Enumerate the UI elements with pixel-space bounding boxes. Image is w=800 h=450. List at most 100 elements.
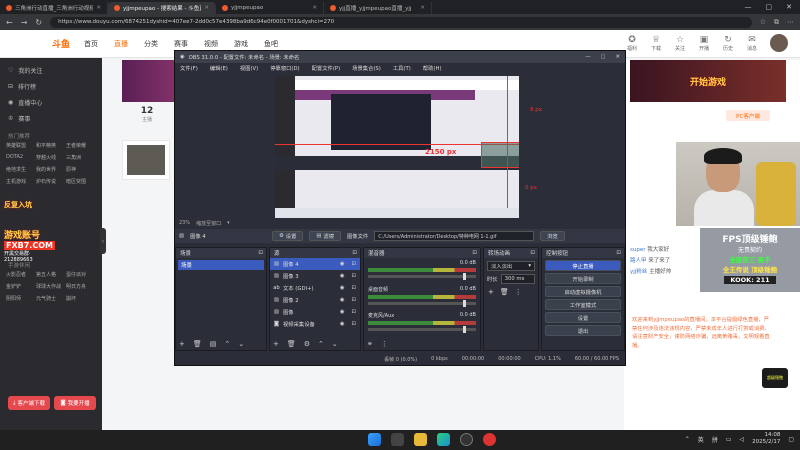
source-item[interactable]: ▨ 图像 2 ◉ ⊡ — [270, 294, 360, 306]
nav-link[interactable]: 直播 — [114, 39, 128, 49]
volume-icon[interactable]: ◁ — [740, 436, 745, 443]
arrow-down-icon[interactable]: ⌄ — [332, 340, 338, 348]
header-action[interactable]: ♕ 下载 — [647, 35, 665, 52]
zoom-label[interactable]: 缩放至窗口 — [196, 220, 221, 227]
sidebar-item[interactable]: ⊟ 排行榜 — [0, 78, 102, 94]
obs-menu-item[interactable]: 编辑(E) — [210, 64, 228, 72]
add-icon[interactable]: + — [488, 288, 494, 296]
sidebar-category-link[interactable]: 金铲铲 — [6, 283, 36, 290]
sidebar-category-link[interactable]: 元气骑士 — [36, 295, 66, 302]
obs-taskbar-icon[interactable] — [460, 433, 473, 446]
nav-link[interactable]: 赛事 — [174, 39, 188, 49]
control-button[interactable]: 设置 — [545, 312, 621, 323]
minimize-icon[interactable]: — — [745, 3, 752, 11]
sidebar-category-link[interactable]: 炉石传说 — [36, 178, 66, 185]
link-icon[interactable]: ⚭ — [367, 340, 373, 348]
control-button[interactable]: 停止直播 — [545, 260, 621, 271]
pc-client-button[interactable]: PC客户端 — [726, 110, 770, 121]
client-download-button[interactable]: ⤓ 客户端下载 — [8, 396, 50, 410]
sidebar-item[interactable]: ♔ 赛事 — [0, 110, 102, 126]
trash-icon[interactable]: 🗑 — [193, 340, 202, 348]
more-icon[interactable]: ⋮ — [515, 288, 522, 296]
sidebar-category-link[interactable]: 明日方舟 — [66, 283, 96, 290]
source-item[interactable]: ▨ 图像 ◉ ⊡ — [270, 306, 360, 318]
nav-link[interactable]: 视频 — [204, 39, 218, 49]
control-button[interactable]: 启动虚拟摄像机 — [545, 286, 621, 297]
sidebar-item[interactable]: ◉ 直播中心 — [0, 94, 102, 110]
sidebar-category-link[interactable]: 暗区突围 — [66, 178, 96, 185]
chat-username[interactable]: super — [630, 247, 646, 253]
control-button[interactable]: 退出 — [545, 325, 621, 336]
url-input[interactable]: https://www.douyu.com/6874251dyshid=407e… — [50, 16, 752, 28]
tray-chevron-icon[interactable]: ⌃ — [685, 436, 690, 443]
close-icon[interactable]: ✕ — [96, 5, 101, 11]
sidebar-category-link[interactable]: 蛋仔派对 — [66, 271, 96, 278]
browser-tab[interactable]: yjjmpeupao ✕ — [216, 2, 324, 14]
tray-language[interactable]: 英 — [698, 435, 704, 444]
nav-link[interactable]: 首页 — [84, 39, 98, 49]
add-icon[interactable]: + — [179, 340, 185, 348]
windows-start-icon[interactable] — [368, 433, 381, 446]
header-action[interactable]: ✉ 消息 — [743, 35, 761, 52]
arrow-up-icon[interactable]: ⌃ — [224, 340, 230, 348]
close-icon[interactable]: ✕ — [420, 5, 425, 11]
eye-icon[interactable]: ◉ — [340, 273, 345, 279]
game-banner[interactable]: 开始游戏 — [630, 60, 786, 102]
control-button[interactable]: 工作室模式 — [545, 299, 621, 310]
sidebar-collapse-toggle[interactable]: ‹ — [100, 228, 106, 254]
control-button[interactable]: 开始录制 — [545, 273, 621, 284]
menu-icon[interactable]: ⋯ — [787, 18, 794, 26]
volume-slider-handle[interactable] — [463, 300, 466, 307]
chrome-icon[interactable] — [483, 433, 496, 446]
more-icon[interactable]: ⋮ — [381, 340, 388, 348]
close-icon[interactable]: ✕ — [312, 5, 317, 11]
eye-icon[interactable]: ◉ — [340, 285, 345, 291]
obs-minimize-icon[interactable]: — — [585, 54, 590, 60]
obs-close-icon[interactable]: ✕ — [616, 54, 620, 60]
browser-tab[interactable]: 三角洲行动直播_三角洲行动视频 ✕ — [0, 2, 108, 14]
arrow-up-icon[interactable]: ⌃ — [318, 340, 324, 348]
preview-selected-source[interactable] — [481, 142, 519, 168]
sidebar-category-link[interactable]: 绝地求生 — [6, 166, 36, 173]
douyu-logo[interactable]: 斗鱼 — [52, 37, 70, 50]
notification-icon[interactable]: ▢ — [788, 436, 794, 443]
volume-slider[interactable] — [368, 300, 476, 307]
sidebar-category-link[interactable]: 穿越火线 — [36, 154, 66, 161]
lock-icon[interactable]: ⊡ — [352, 261, 356, 267]
header-action[interactable]: ▣ 开播 — [695, 35, 713, 52]
obs-menu-item[interactable]: 配置文件(P) — [312, 64, 341, 72]
dock-menu-icon[interactable]: ⊡ — [616, 250, 621, 256]
nav-link[interactable]: 分类 — [144, 39, 158, 49]
obs-menu-item[interactable]: 帮助(H) — [423, 64, 442, 72]
dock-menu-icon[interactable]: ⊡ — [472, 250, 477, 256]
lock-icon[interactable]: ⊡ — [352, 273, 356, 279]
edge-icon[interactable] — [437, 433, 450, 446]
add-icon[interactable]: + — [273, 340, 279, 348]
zoom-value[interactable]: 23% — [179, 220, 190, 226]
trash-icon[interactable]: 🗑 — [287, 340, 296, 348]
properties-button[interactable]: ⚙ 设置 — [272, 231, 304, 241]
gear-icon[interactable]: ⚙ — [304, 340, 310, 348]
browser-tab[interactable]: yjj直播_yjjmpeupao直播_yjj ✕ — [324, 2, 432, 14]
streamer-card[interactable] — [122, 140, 170, 180]
sidebar-category-link[interactable]: 三角洲 — [66, 154, 96, 161]
network-icon[interactable]: ▭ — [726, 436, 732, 443]
browser-tab[interactable]: yjjmpeupao - 搜索结果 - 斗鱼直播✕ — [108, 2, 216, 14]
volume-slider-handle[interactable] — [463, 273, 466, 280]
volume-slider[interactable] — [368, 326, 476, 333]
sidebar-category-link[interactable]: DOTA2 — [6, 154, 36, 161]
dock-menu-icon[interactable]: ⊡ — [258, 250, 263, 256]
chat-username[interactable]: 路人甲 — [630, 258, 647, 264]
lock-icon[interactable]: ⊡ — [352, 321, 356, 327]
volume-slider[interactable] — [368, 273, 476, 280]
extensions-icon[interactable]: ⧉ — [774, 18, 779, 27]
obs-preview[interactable]: 2150 px — [275, 76, 519, 218]
sidebar-category-link[interactable]: 主机游戏 — [6, 178, 36, 185]
scene-item[interactable]: 场景 — [178, 260, 264, 270]
volume-slider-handle[interactable] — [463, 326, 466, 333]
obs-menu-item[interactable]: 文件(F) — [180, 64, 198, 72]
eye-icon[interactable]: ◉ — [340, 321, 345, 327]
sidebar-item[interactable]: ♡ 我的关注 — [0, 62, 102, 78]
obs-menu-item[interactable]: 停靠窗口(D) — [270, 64, 299, 72]
header-action[interactable]: ✪ 福利 — [623, 35, 641, 52]
